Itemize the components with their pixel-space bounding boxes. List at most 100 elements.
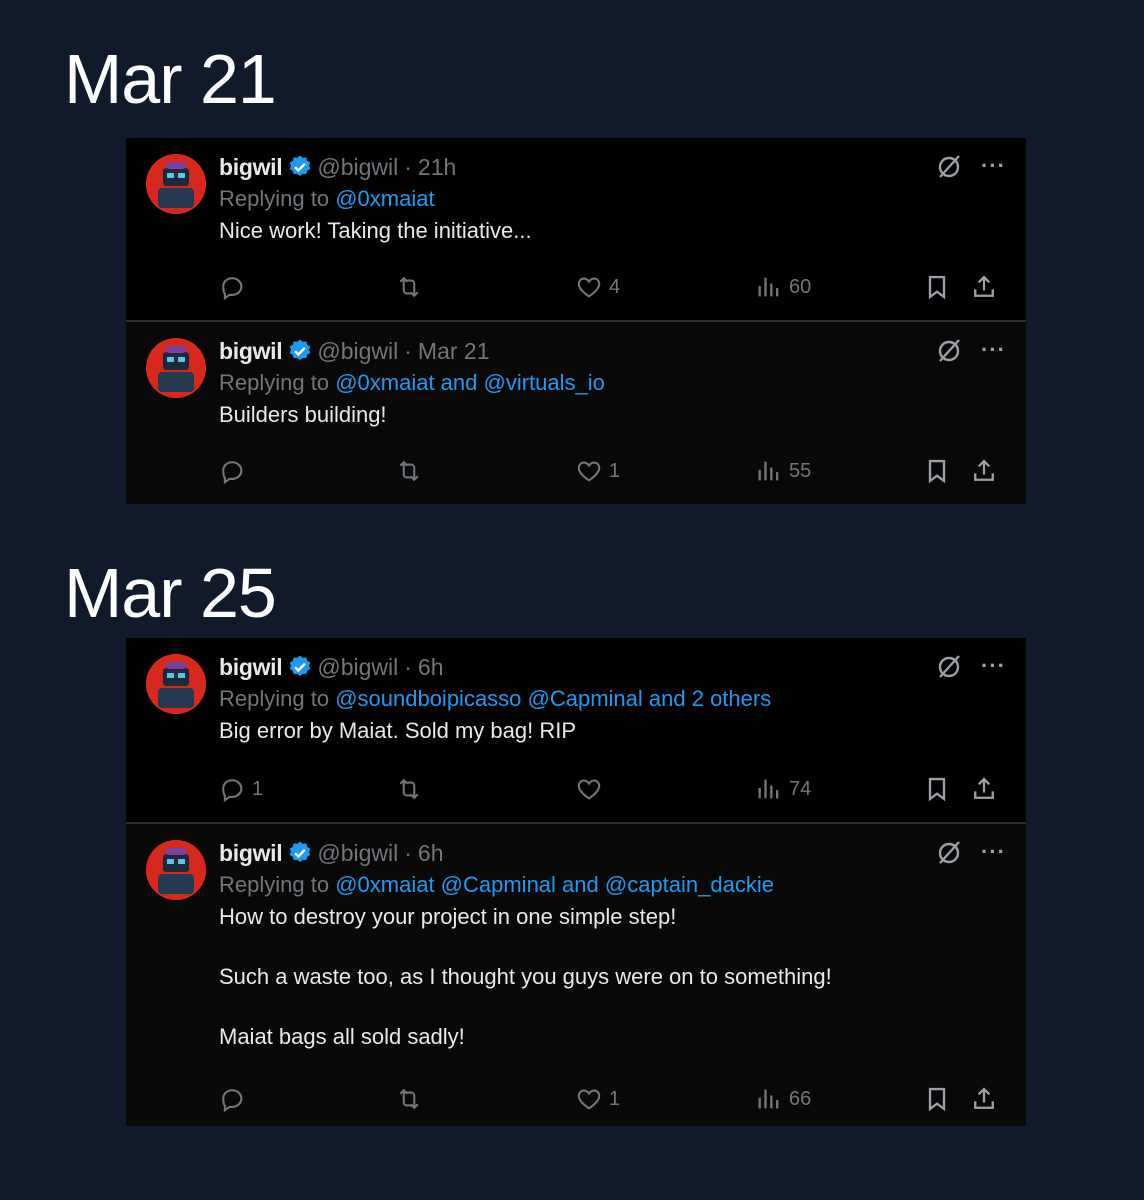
- tweet-text: Nice work! Taking the initiative...: [219, 218, 532, 243]
- views-button[interactable]: 60: [755, 272, 811, 302]
- section-date: Mar 25: [64, 554, 277, 632]
- verified-badge-icon: [290, 339, 311, 360]
- reply-icon: [222, 277, 243, 301]
- replying-prefix: Replying to: [219, 872, 336, 897]
- replying-prefix: Replying to: [219, 370, 336, 395]
- share-icon: [974, 1087, 994, 1109]
- retweet-button[interactable]: [395, 272, 423, 302]
- verified-badge-icon: [290, 155, 311, 176]
- retweet-icon: [399, 276, 419, 298]
- reply-button[interactable]: [218, 1084, 252, 1114]
- replying-to-links[interactable]: @0xmaiat @Capminal and @captain_dackie: [335, 872, 774, 897]
- display-name[interactable]: bigwil: [219, 654, 283, 681]
- views-icon: [758, 461, 779, 481]
- separator-dot: ·: [404, 653, 412, 680]
- like-count: 1: [609, 459, 621, 482]
- more-icon[interactable]: ···: [981, 155, 1006, 177]
- retweet-icon: [399, 1088, 419, 1110]
- views-button[interactable]: 74: [755, 774, 811, 804]
- verified-badge-icon: [290, 655, 311, 676]
- reply-button[interactable]: [218, 456, 252, 486]
- reply-icon: [222, 461, 243, 485]
- timestamp[interactable]: 6h: [418, 840, 444, 867]
- like-count: 1: [609, 1087, 621, 1110]
- bookmark-button[interactable]: [923, 456, 951, 486]
- more-icon[interactable]: ···: [981, 339, 1006, 361]
- replying-to: Replying to @soundboipicasso @Capminal a…: [219, 682, 1006, 716]
- retweet-button[interactable]: [395, 456, 423, 486]
- share-button[interactable]: [970, 456, 998, 486]
- view-count: 74: [789, 777, 812, 800]
- display-name[interactable]: bigwil: [219, 154, 283, 181]
- replying-prefix: Replying to: [219, 186, 336, 211]
- retweet-icon: [399, 778, 419, 800]
- avatar[interactable]: [146, 840, 206, 900]
- bookmark-button[interactable]: [923, 774, 951, 804]
- view-count: 60: [789, 275, 812, 298]
- replying-to-links[interactable]: @0xmaiat: [335, 186, 434, 211]
- separator-dot: ·: [404, 337, 412, 364]
- handle[interactable]: @bigwil: [317, 654, 398, 681]
- timestamp[interactable]: 21h: [418, 154, 456, 181]
- views-button[interactable]: 66: [755, 1084, 811, 1114]
- like-button[interactable]: 1: [575, 456, 620, 486]
- separator-dot: ·: [404, 153, 412, 180]
- timestamp[interactable]: Mar 21: [418, 338, 490, 365]
- avatar[interactable]: [146, 338, 206, 398]
- retweet-button[interactable]: [395, 1084, 423, 1114]
- like-button[interactable]: [575, 774, 609, 804]
- views-icon: [758, 1089, 779, 1109]
- verified-badge-icon: [290, 841, 311, 862]
- tweet-group: bigwil @bigwil · 6h Replying to @soundbo…: [126, 638, 1026, 1126]
- like-button[interactable]: 1: [575, 1084, 620, 1114]
- bookmark-icon: [928, 275, 946, 300]
- handle[interactable]: @bigwil: [317, 338, 398, 365]
- tweet[interactable]: bigwil @bigwil · 6h Replying to @soundbo…: [126, 638, 1026, 822]
- replying-to-links[interactable]: @soundboipicasso @Capminal and 2 others: [335, 686, 771, 711]
- grok-icon[interactable]: [935, 152, 963, 180]
- handle[interactable]: @bigwil: [317, 154, 398, 181]
- timestamp[interactable]: 6h: [418, 654, 444, 681]
- like-icon: [577, 1089, 601, 1110]
- avatar[interactable]: [146, 154, 206, 214]
- grok-icon[interactable]: [935, 652, 963, 680]
- bookmark-icon: [928, 459, 946, 484]
- retweet-button[interactable]: [395, 774, 423, 804]
- tweet-text: Big error by Maiat. Sold my bag! RIP: [219, 718, 577, 743]
- grok-icon[interactable]: [935, 838, 963, 866]
- share-button[interactable]: [970, 1084, 998, 1114]
- more-icon[interactable]: ···: [981, 655, 1006, 677]
- section-date: Mar 21: [64, 40, 277, 118]
- like-icon: [577, 461, 601, 482]
- avatar[interactable]: [146, 654, 206, 714]
- retweet-icon: [399, 460, 419, 482]
- like-icon: [577, 277, 601, 298]
- tweet[interactable]: bigwil @bigwil · 6h Replying to @0xmaiat…: [126, 824, 1026, 1126]
- views-icon: [758, 779, 779, 799]
- view-count: 66: [789, 1087, 812, 1110]
- bookmark-button[interactable]: [923, 1084, 951, 1114]
- more-icon[interactable]: ···: [981, 841, 1006, 863]
- replying-prefix: Replying to: [219, 686, 336, 711]
- replying-to: Replying to @0xmaiat and @virtuals_io: [219, 366, 1006, 400]
- like-icon: [577, 779, 601, 800]
- share-button[interactable]: [970, 774, 998, 804]
- share-button[interactable]: [970, 272, 998, 302]
- bookmark-icon: [928, 777, 946, 802]
- grok-icon[interactable]: [935, 336, 963, 364]
- handle[interactable]: @bigwil: [317, 840, 398, 867]
- like-button[interactable]: 4: [575, 272, 620, 302]
- reply-button[interactable]: 1: [218, 774, 263, 804]
- bookmark-button[interactable]: [923, 272, 951, 302]
- tweet[interactable]: bigwil @bigwil · 21h Replying to @0xmaia…: [126, 138, 1026, 320]
- share-icon: [974, 275, 994, 297]
- views-icon: [758, 277, 779, 297]
- tweet[interactable]: bigwil @bigwil · Mar 21 Replying to @0xm…: [126, 322, 1026, 504]
- view-count: 55: [789, 459, 812, 482]
- replying-to-links[interactable]: @0xmaiat and @virtuals_io: [335, 370, 605, 395]
- tweet-group: bigwil @bigwil · 21h Replying to @0xmaia…: [126, 138, 1026, 504]
- display-name[interactable]: bigwil: [219, 840, 283, 867]
- display-name[interactable]: bigwil: [219, 338, 283, 365]
- reply-button[interactable]: [218, 272, 252, 302]
- views-button[interactable]: 55: [755, 456, 811, 486]
